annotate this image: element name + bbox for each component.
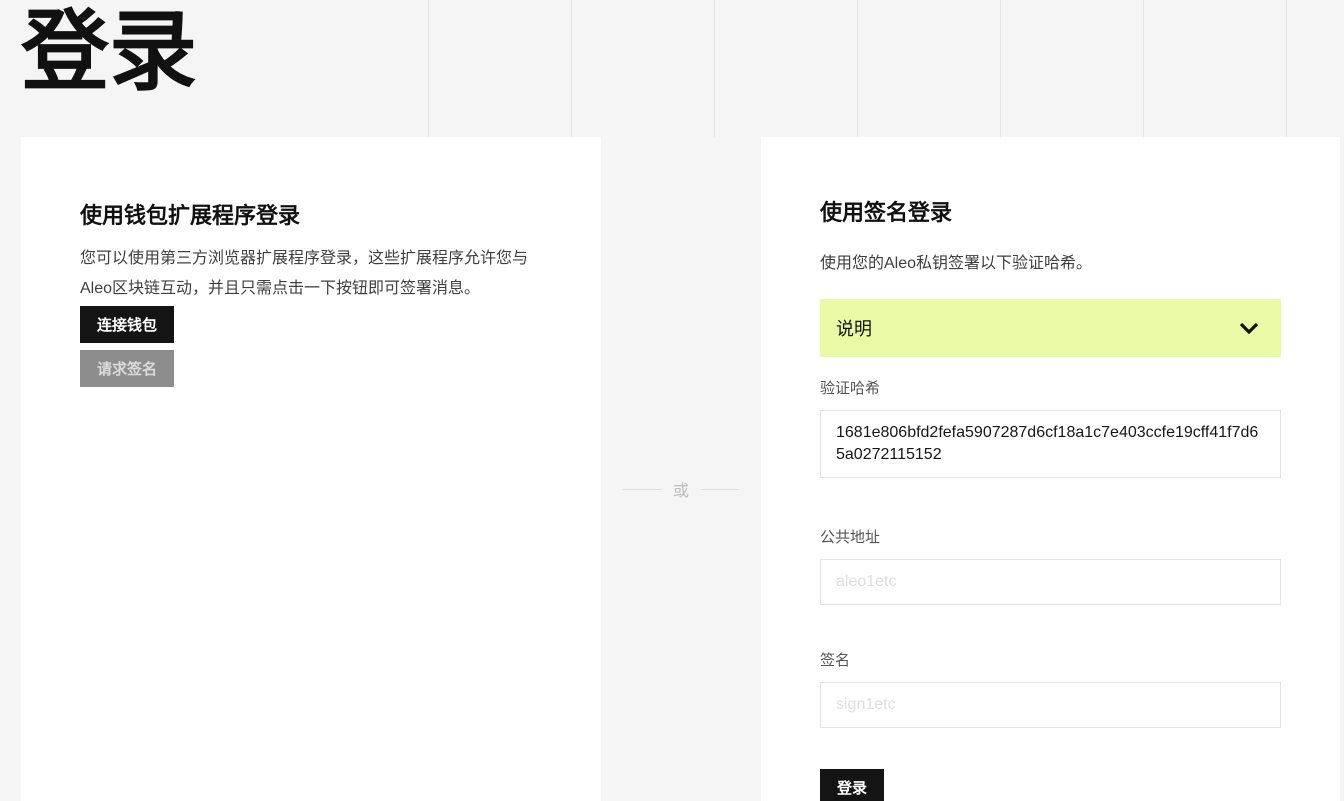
background-gridline: [714, 0, 715, 137]
request-signature-button[interactable]: 请求签名: [80, 350, 174, 387]
signature-card-description: 使用您的Aleo私钥签署以下验证哈希。: [820, 249, 1281, 279]
wallet-card-description: 您可以使用第三方浏览器扩展程序登录，这些扩展程序允许您与Aleo区块链互动，并且…: [80, 244, 542, 304]
instructions-accordion[interactable]: 说明: [820, 299, 1281, 357]
public-address-label: 公共地址: [820, 526, 1281, 547]
instructions-label: 说明: [836, 315, 872, 341]
background-gridline: [1000, 0, 1001, 137]
signature-login-card: 使用签名登录 使用您的Aleo私钥签署以下验证哈希。 说明 验证哈希 1681e…: [761, 137, 1340, 801]
background-gridline: [428, 0, 429, 137]
connect-wallet-button[interactable]: 连接钱包: [80, 306, 174, 343]
or-divider: 或: [601, 477, 761, 501]
background-gridline: [857, 0, 858, 137]
page-header: 登录: [0, 0, 1344, 137]
wallet-login-card: 使用钱包扩展程序登录 您可以使用第三方浏览器扩展程序登录，这些扩展程序允许您与A…: [21, 137, 601, 801]
signature-label: 签名: [820, 649, 1281, 670]
background-gridline: [1286, 0, 1287, 137]
public-address-input[interactable]: [820, 559, 1281, 605]
divider-line: [701, 489, 739, 490]
background-gridline: [571, 0, 572, 137]
signature-input[interactable]: [820, 682, 1281, 728]
background-gridline: [1143, 0, 1144, 137]
divider-line: [623, 489, 661, 490]
verification-hash-label: 验证哈希: [820, 377, 1281, 398]
chevron-down-icon: [1239, 322, 1259, 335]
wallet-card-title: 使用钱包扩展程序登录: [80, 203, 542, 228]
or-divider-strip: 或: [601, 137, 761, 801]
page-title: 登录: [21, 6, 197, 98]
or-divider-label: 或: [673, 477, 689, 501]
login-button[interactable]: 登录: [820, 769, 884, 801]
verification-hash-value: 1681e806bfd2fefa5907287d6cf18a1c7e403ccf…: [820, 410, 1281, 478]
login-page: 登录 使用钱包扩展程序登录 您可以使用第三方浏览器扩展程序登录，这些扩展程序允许…: [0, 0, 1344, 801]
signature-card-title: 使用签名登录: [820, 200, 1281, 225]
